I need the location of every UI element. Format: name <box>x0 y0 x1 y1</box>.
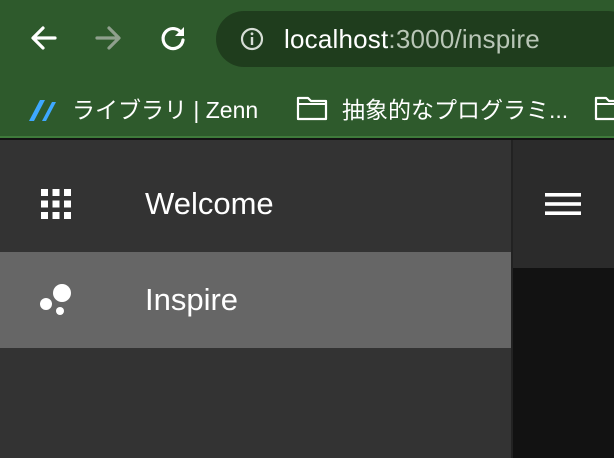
drawer-item-welcome[interactable]: Welcome <box>0 156 511 252</box>
bookmark-zenn[interactable]: ライブラリ | Zenn <box>26 88 258 128</box>
bookmark-folder[interactable]: 抽象的なプログラミ... <box>296 88 568 128</box>
zenn-logo-icon <box>26 92 58 124</box>
reload-icon <box>161 26 185 51</box>
bookmark-folder[interactable] <box>594 88 614 128</box>
url-host: localhost <box>284 24 389 54</box>
bookmark-label: ライブラリ | Zenn <box>72 97 259 123</box>
url-path: :3000/inspire <box>388 24 540 54</box>
bubbles-icon <box>38 282 74 318</box>
back-button[interactable] <box>26 20 62 56</box>
browser-toolbar: localhost:3000/inspire <box>0 0 614 80</box>
bookmark-label: 抽象的なプログラミ... <box>342 97 569 123</box>
apps-grid-icon <box>38 186 74 222</box>
forward-button[interactable] <box>90 20 126 56</box>
drawer-item-label: Welcome <box>145 186 274 221</box>
hamburger-menu-icon <box>545 193 581 215</box>
hamburger-menu-button[interactable] <box>543 184 591 224</box>
drawer-item-inspire[interactable]: Inspire <box>0 252 511 348</box>
arrow-left-icon <box>31 26 57 50</box>
bookmarks-bar: ライブラリ | Zenn 抽象的なプログラミ... <box>0 80 614 138</box>
drawer-item-label: Inspire <box>145 282 239 317</box>
main-content <box>513 268 614 458</box>
reload-button[interactable] <box>155 20 191 56</box>
arrow-right-icon <box>95 26 121 50</box>
app-bar <box>513 140 614 268</box>
info-circle-icon[interactable] <box>240 27 264 51</box>
folder-icon <box>296 92 328 124</box>
address-bar[interactable]: localhost:3000/inspire <box>216 11 614 67</box>
folder-icon <box>594 92 614 124</box>
navigation-drawer: Welcome Inspire <box>0 140 511 458</box>
url-text[interactable]: localhost:3000/inspire <box>284 23 540 55</box>
